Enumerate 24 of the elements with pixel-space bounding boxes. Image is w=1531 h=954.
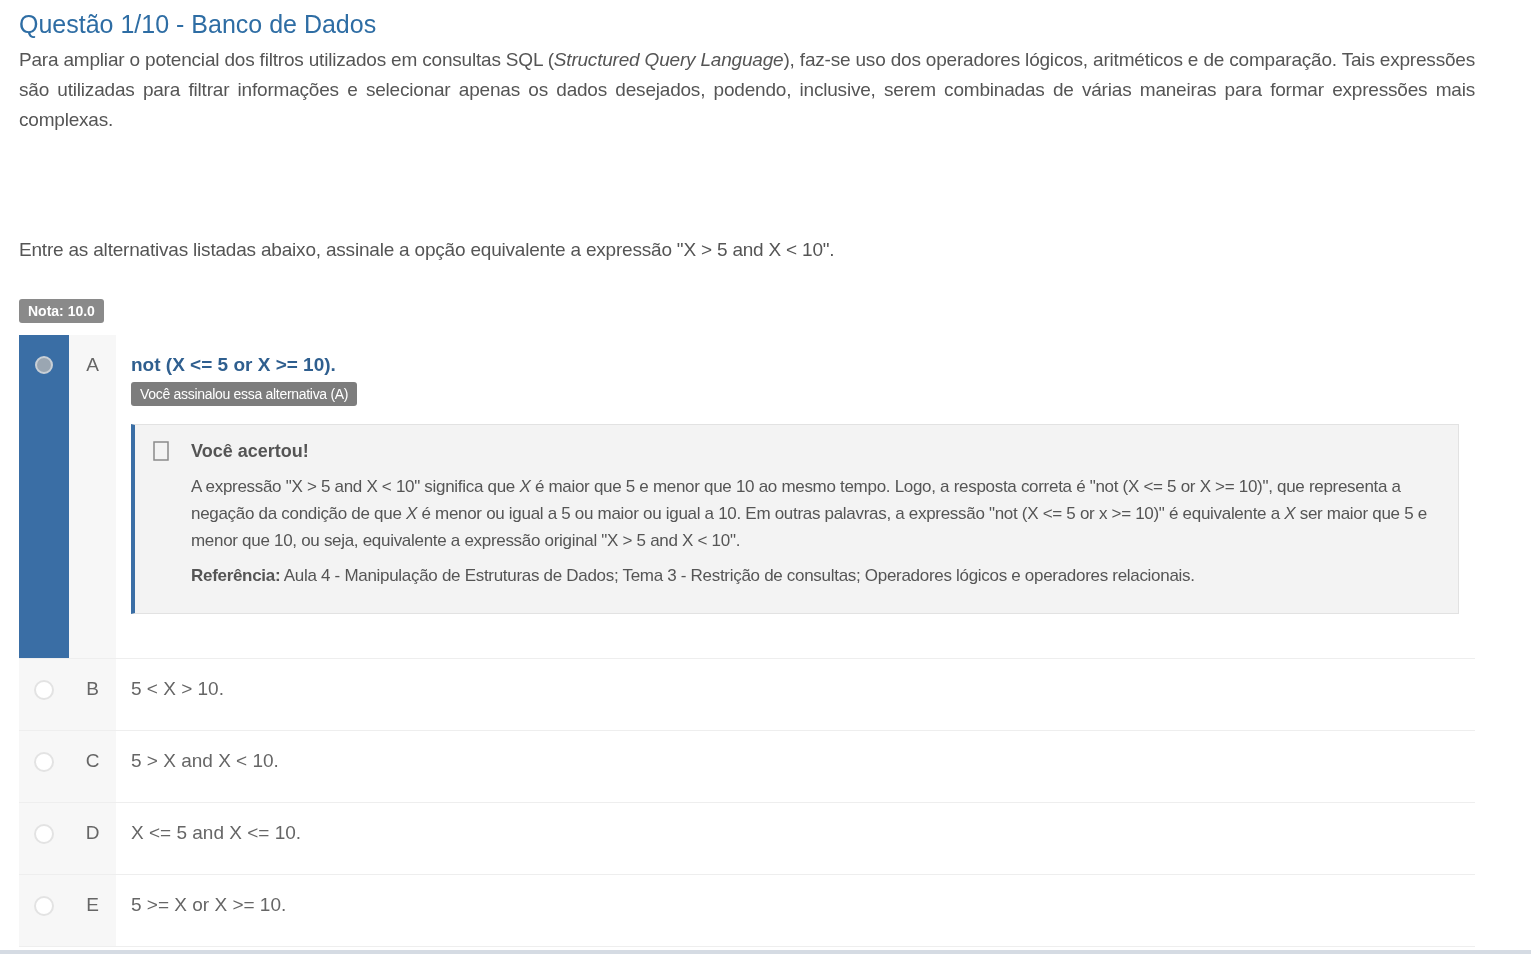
radio-button[interactable] <box>34 752 54 772</box>
option-letter: A <box>86 353 99 377</box>
option-letter: B <box>86 677 99 701</box>
radio-button[interactable] <box>34 896 54 916</box>
option-letter: C <box>85 749 100 773</box>
option-text: 5 > X and X < 10. <box>131 749 280 773</box>
option-letter: E <box>86 893 99 917</box>
option-text: 5 < X > 10. <box>131 677 225 701</box>
radio-button[interactable] <box>35 356 53 374</box>
question-title: Questão 1/10 - Banco de Dados <box>19 9 378 40</box>
option-text: not (X <= 5 or X >= 10). <box>131 353 337 377</box>
option-text: X <= 5 and X <= 10. <box>131 821 303 845</box>
feedback-explanation: A expressão "X > 5 and X < 10" significa que X é maior que 5 e menor que 10 ao mesmo tempo. Logo, a resposta correta é "not (X <= 5 or X >= 10)", que representa a negação da condição de que X é menor ou igual a 5 ou maior ou igual a 10. Em outras palavras, a expressão "not (X <= 5 or x >= 10)" é equivalente a X ser maior que 5 e menor que 10, ou seja, equivalente a expressão original "X > 5 and X < 10". <box>191 476 1428 552</box>
question-prompt: Entre as alternativas listadas abaixo, assinale a opção equivalente a expressão "X > 5 and X < 10". <box>19 238 836 262</box>
option-letter: D <box>85 821 100 845</box>
question-intro: Para ampliar o potencial dos filtros utilizados em consultas SQL (Structured Query Language), faz-se uso dos operadores lógicos, aritméticos e de comparação. Tais expressões são utilizadas para filtrar informações e selecionar apenas os dados desejados, podendo, inclusive, serem combinadas de várias maneiras para formar expressões mais complexas. <box>19 48 1475 132</box>
square-icon <box>153 441 169 461</box>
radio-button[interactable] <box>34 824 54 844</box>
feedback-title: Você acertou! <box>191 440 310 463</box>
grade-badge: Nota: 10.0 <box>19 299 104 323</box>
radio-button[interactable] <box>34 680 54 700</box>
selected-answer-badge: Você assinalou essa alternativa (A) <box>131 382 358 406</box>
option-text: 5 >= X or X >= 10. <box>131 893 288 917</box>
feedback-reference: Referência: Aula 4 - Manipulação de Estruturas de Dados; Tema 3 - Restrição de consultas; Operadores lógicos e operadores relacionais. <box>191 565 1196 587</box>
